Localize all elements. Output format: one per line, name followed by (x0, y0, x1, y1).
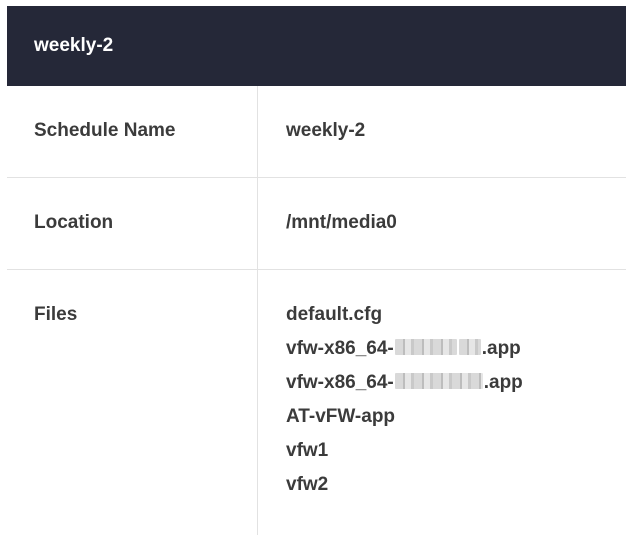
location-label: Location (34, 212, 114, 233)
files-list: default.cfg vfw-x86_64- .app vfw-x86_64-.… (286, 298, 523, 502)
row-divider (7, 269, 626, 270)
panel-header: weekly-2 (7, 6, 626, 86)
location-value: /mnt/media0 (286, 212, 397, 233)
row-divider (7, 177, 626, 178)
redacted-text (458, 339, 481, 356)
file-item: vfw-x86_64- .app (286, 372, 523, 393)
file-item: default.cfg (286, 304, 383, 325)
column-divider (257, 86, 258, 535)
redacted-text (394, 373, 483, 390)
schedule-name-label: Schedule Name (34, 120, 176, 141)
file-item: vfw1 (286, 440, 329, 461)
panel-title: weekly-2 (34, 35, 114, 56)
file-item: vfw-x86_64- .app (286, 338, 521, 359)
details-table: Schedule Name weekly-2 Location /mnt/med… (7, 86, 626, 535)
file-item: AT-vFW-app (286, 406, 396, 427)
files-label: Files (34, 304, 78, 325)
schedule-details-panel: weekly-2 Schedule Name weekly-2 Location… (0, 0, 626, 535)
redacted-text (394, 339, 457, 356)
schedule-name-value: weekly-2 (286, 120, 366, 141)
file-item: vfw2 (286, 474, 329, 495)
